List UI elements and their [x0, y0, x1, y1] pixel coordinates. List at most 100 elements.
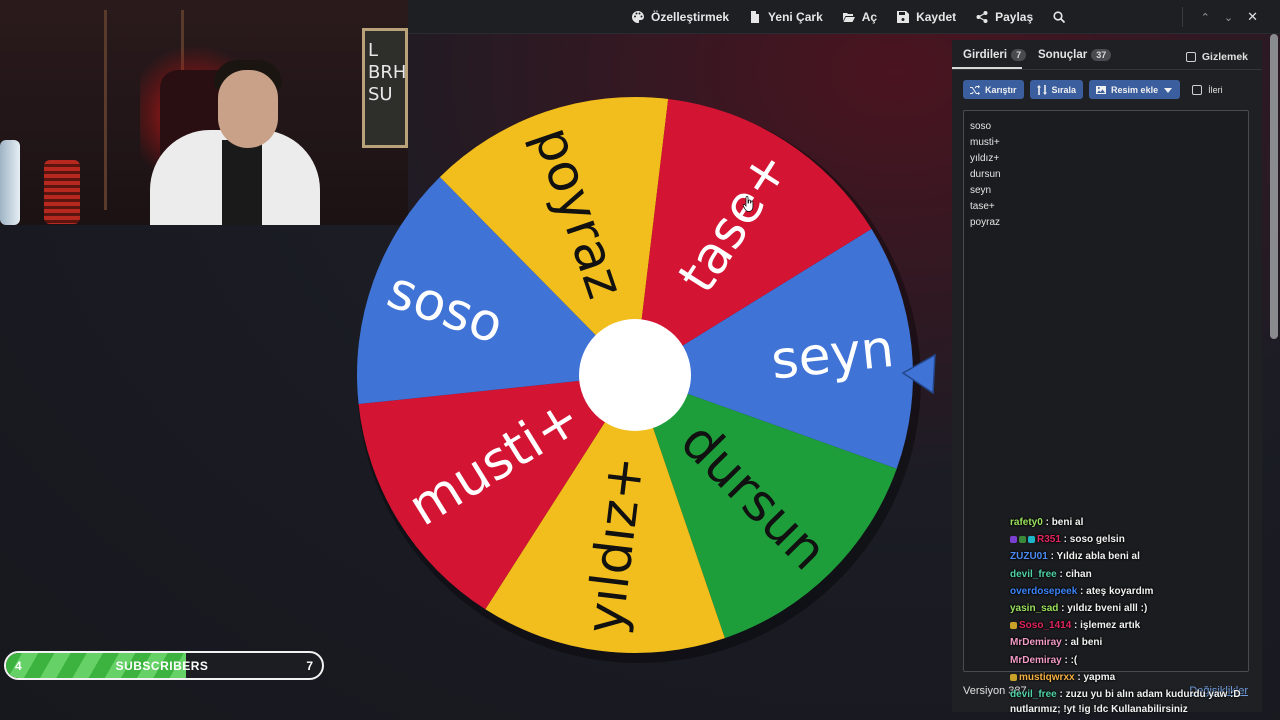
shuffle-button[interactable]: Karıştır	[963, 80, 1024, 99]
search-icon	[1053, 11, 1066, 23]
wheel-svg[interactable]: seyndursunyıldız+musti+sosopoyraz tase+	[340, 80, 936, 670]
entry-actions: Karıştır Sırala Resim ekle İleri	[963, 80, 1223, 99]
chat-text: : soso gelsin	[1060, 534, 1125, 546]
shuffle-icon	[970, 84, 980, 95]
palette-icon	[632, 11, 644, 23]
save-label: Kaydet	[916, 10, 957, 24]
wheel-center[interactable]	[579, 319, 691, 431]
chat-message: mustiqwrxx : yapma	[1010, 669, 1260, 686]
chat-username: mustiqwrxx	[1019, 671, 1075, 683]
search-button[interactable]	[1053, 11, 1066, 23]
subscriber-label: SUBSCRIBERS	[115, 659, 209, 673]
chat-text: : zuzu yu bi alın adam kudurdu yaw :D	[1056, 688, 1241, 700]
chat-text: : yapma	[1074, 671, 1116, 683]
chat-username: devil_free	[1010, 688, 1057, 700]
chat-message: ZUZU01 : Yıldız abla beni al	[1010, 548, 1260, 565]
divider	[1181, 7, 1183, 27]
water-bottle	[0, 140, 20, 225]
share-button[interactable]: Paylaş	[976, 10, 1033, 24]
window-controls: ⌃ ⌄ ✕	[1181, 0, 1258, 34]
chat-message: yasin_sad : yıldız bveni alll :)	[1010, 600, 1260, 617]
sort-icon	[1036, 84, 1047, 95]
chat-message: overdosepeek : ateş koyardım	[1010, 583, 1260, 600]
share-label: Paylaş	[995, 10, 1034, 24]
chat-username: yasin_sad	[1010, 602, 1059, 614]
tab-entries-label: Girdileri	[963, 49, 1008, 61]
subscriber-goal: 7	[306, 659, 313, 673]
scroll-down-icon[interactable]: ⌄	[1224, 11, 1233, 24]
folder-open-icon	[842, 13, 855, 22]
heater	[44, 160, 80, 224]
shuffle-label: Karıştır	[985, 84, 1017, 95]
entry-line: tase+	[970, 201, 995, 212]
customize-label: Özelleştirmek	[651, 10, 730, 24]
chat-username: MrDemiray	[1010, 654, 1062, 666]
close-icon[interactable]: ✕	[1247, 9, 1258, 25]
spin-wheel[interactable]: seyn dursun yıldız+ musti+ soso poyraz tase+	[340, 80, 936, 670]
chat-badge-icon	[1010, 621, 1017, 629]
chat-text: : yıldız bveni alll :)	[1058, 602, 1148, 614]
chat-username: overdosepeek	[1010, 585, 1078, 597]
chat-username: ZUZU01	[1010, 551, 1048, 563]
chat-message: devil_free : zuzu yu bi alın adam kudurd…	[1010, 686, 1260, 703]
open-label: Aç	[861, 10, 878, 24]
entry-line: soso	[970, 121, 992, 132]
hide-checkbox[interactable]	[1185, 52, 1196, 62]
file-icon	[751, 11, 760, 23]
entry-line: musti+	[970, 137, 1000, 148]
caret-down-icon	[1164, 87, 1173, 93]
chat-message: MrDemiray : al beni	[1010, 634, 1260, 651]
chat-text: : beni al	[1042, 517, 1084, 528]
scroll-up-icon[interactable]: ⌃	[1201, 11, 1210, 24]
hide-toggle[interactable]: Gizlemek	[1185, 51, 1248, 63]
active-tab-indicator	[952, 67, 1022, 69]
add-image-label: Resim ekle	[1111, 84, 1159, 95]
entry-line: seyn	[970, 185, 992, 196]
chat-username: rafety0	[1010, 517, 1043, 528]
chat-text: : Yıldız abla beni al	[1047, 551, 1140, 563]
chat-message: devil_free : cihan	[1010, 566, 1260, 583]
chat-footer-text: nutlarımız; !yt !ig !dc Kullanabilirsini…	[1010, 704, 1188, 715]
chat-message: R351 : soso gelsin	[1010, 531, 1260, 548]
advanced-checkbox[interactable]	[1192, 84, 1203, 95]
hide-label: Gizlemek	[1201, 51, 1248, 63]
advanced-toggle[interactable]: İleri	[1192, 84, 1223, 95]
tab-results-count: 37	[1091, 49, 1112, 61]
sort-label: Sırala	[1051, 84, 1077, 95]
chat-text: : al beni	[1061, 637, 1103, 649]
chat-message: MrDemiray : :(	[1010, 652, 1260, 669]
save-button[interactable]: Kaydet	[897, 10, 956, 24]
wheel-segment-label: seyn	[768, 319, 896, 392]
tab-results-label: Sonuçlar	[1038, 49, 1088, 61]
chat-username: devil_free	[1010, 568, 1057, 580]
panel-tabs: Girdileri 7 Sonuçlar 37 Gizlemek	[952, 40, 1262, 70]
open-button[interactable]: Aç	[842, 10, 878, 24]
top-toolbar: Özelleştirmek Yeni Çark Aç Kaydet Paylaş…	[408, 0, 1280, 34]
chat-username: Soso_1414	[1019, 620, 1072, 632]
tab-entries-count: 7	[1011, 49, 1027, 61]
save-icon	[897, 11, 910, 23]
streamer-shirt	[222, 140, 262, 225]
hand-cursor-icon	[742, 196, 754, 212]
chat-text: : :(	[1061, 654, 1078, 666]
sort-button[interactable]: Sırala	[1029, 80, 1084, 99]
scrollbar[interactable]	[1270, 34, 1278, 339]
chat-badge-icon	[1019, 536, 1026, 544]
share-icon	[976, 11, 988, 23]
new-wheel-button[interactable]: Yeni Çark	[749, 10, 823, 24]
chat-text: : ateş koyardım	[1077, 585, 1154, 597]
advanced-label: İleri	[1208, 84, 1223, 95]
add-image-button[interactable]: Resim ekle	[1089, 80, 1181, 99]
stream-chat: rafety0 : beni al R351 : soso gelsin ZUZU0…	[1010, 514, 1260, 703]
tab-entries[interactable]: Girdileri 7	[963, 49, 1027, 61]
customize-button[interactable]: Özelleştirmek	[632, 10, 729, 24]
entry-line: yıldız+	[970, 153, 1000, 164]
image-icon	[1096, 85, 1107, 94]
new-wheel-label: Yeni Çark	[768, 10, 823, 24]
chat-username: MrDemiray	[1010, 637, 1062, 649]
top-menu: Özelleştirmek Yeni Çark Aç Kaydet Paylaş	[632, 0, 1066, 34]
tab-results[interactable]: Sonuçlar 37	[1038, 49, 1112, 61]
chat-text: : işlemez artık	[1071, 620, 1141, 632]
chat-message: Soso_1414 : işlemez artık	[1010, 617, 1260, 634]
chat-badge-icon	[1028, 536, 1035, 544]
